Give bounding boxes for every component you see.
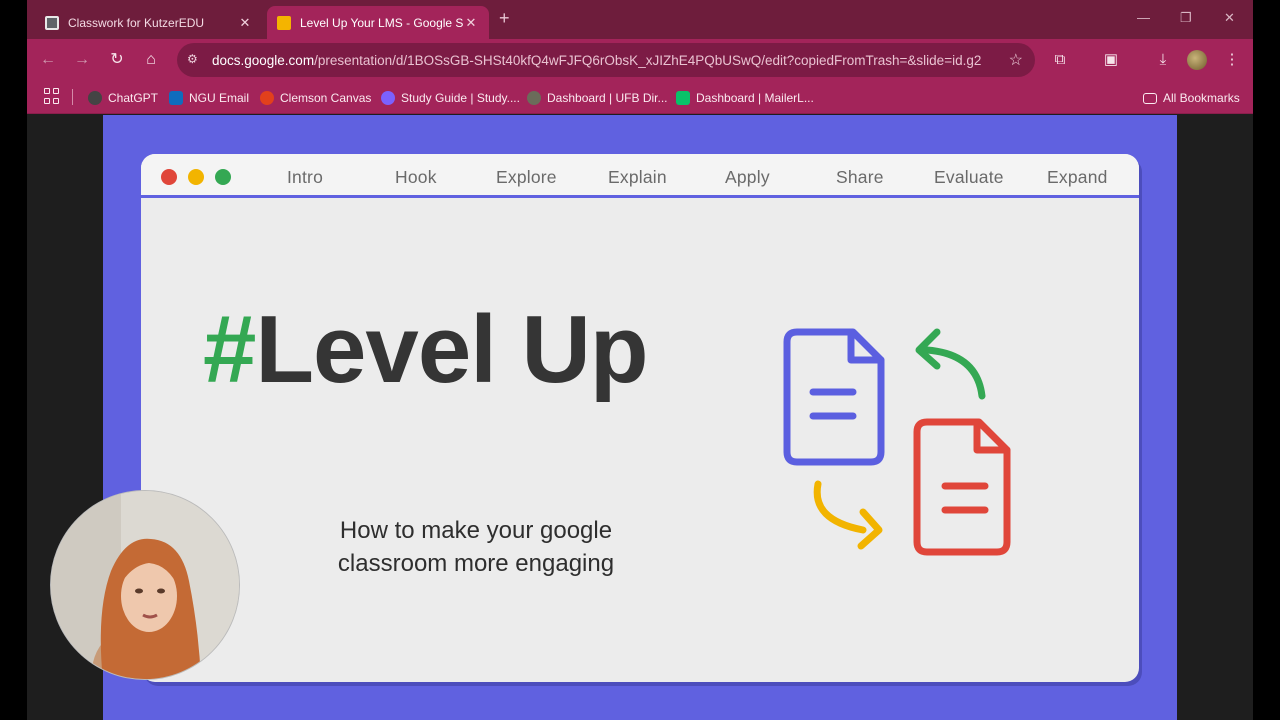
bookmark-study-guide[interactable]: Study Guide | Study.... bbox=[381, 89, 520, 107]
red-dot bbox=[161, 169, 177, 185]
chatgpt-icon bbox=[88, 91, 102, 105]
address-bar[interactable]: ⚙ docs.google.com/presentation/d/1BOSsGB… bbox=[177, 43, 1035, 77]
toolbar: ← → ↻ ⌂ ⚙ docs.google.com/presentation/d… bbox=[27, 39, 1253, 82]
study-icon bbox=[381, 91, 395, 105]
site-info-icon[interactable]: ⚙ bbox=[187, 52, 203, 68]
bookmark-separator bbox=[72, 89, 73, 105]
tab-classwork[interactable]: Classwork for KutzerEDU ✕ bbox=[35, 6, 263, 39]
folder-icon bbox=[1143, 92, 1157, 104]
menu-icon[interactable]: ⋮ bbox=[1222, 50, 1242, 70]
green-arrow-icon bbox=[915, 328, 986, 400]
outlook-icon bbox=[169, 91, 183, 105]
presenter-video bbox=[51, 491, 239, 679]
bookmark-clemson-canvas[interactable]: Clemson Canvas bbox=[260, 89, 371, 107]
apps-icon[interactable] bbox=[44, 88, 60, 104]
slides-icon bbox=[277, 15, 291, 30]
all-bookmarks[interactable]: All Bookmarks bbox=[1143, 89, 1240, 107]
close-icon[interactable]: ✕ bbox=[463, 15, 479, 31]
webcam-overlay bbox=[50, 490, 240, 680]
new-tab-icon[interactable]: + bbox=[499, 8, 510, 29]
extensions-icon[interactable]: ⧉ bbox=[1050, 50, 1070, 70]
slide-nav-bar: Intro Hook Explore Explain Apply Share E… bbox=[141, 154, 1139, 198]
nav-apply[interactable]: Apply bbox=[725, 167, 770, 188]
tab-title: Level Up Your LMS - Google Sli bbox=[300, 15, 463, 30]
restore-icon[interactable]: ❐ bbox=[1180, 10, 1192, 26]
home-icon[interactable]: ⌂ bbox=[141, 50, 161, 70]
document-swap-illustration bbox=[783, 328, 1011, 556]
tab-level-up[interactable]: Level Up Your LMS - Google Sli ✕ bbox=[267, 6, 489, 39]
nav-expand[interactable]: Expand bbox=[1047, 167, 1108, 188]
blue-document-icon bbox=[783, 328, 885, 466]
yellow-dot bbox=[188, 169, 204, 185]
back-icon[interactable]: ← bbox=[38, 50, 58, 70]
close-icon[interactable]: ✕ bbox=[237, 15, 253, 31]
bookmarks-bar: ChatGPT NGU Email Clemson Canvas Study G… bbox=[27, 82, 1253, 114]
bookmark-ngu-email[interactable]: NGU Email bbox=[169, 89, 249, 107]
bookmark-ufb-dashboard[interactable]: Dashboard | UFB Dir... bbox=[527, 89, 668, 107]
bookmark-mailerlite[interactable]: Dashboard | MailerL... bbox=[676, 89, 814, 107]
reload-icon[interactable]: ↻ bbox=[107, 50, 127, 70]
classroom-icon bbox=[45, 15, 59, 30]
slide-subtitle: How to make your google classroom more e… bbox=[337, 517, 615, 577]
url-text[interactable]: docs.google.com/presentation/d/1BOSsGB-S… bbox=[212, 53, 982, 68]
bookmark-star-icon[interactable]: ☆ bbox=[1009, 50, 1023, 70]
nav-share[interactable]: Share bbox=[836, 167, 884, 188]
green-dot bbox=[215, 169, 231, 185]
ufb-icon bbox=[527, 91, 541, 105]
red-document-icon bbox=[913, 418, 1011, 556]
cast-search-icon[interactable]: ▣ bbox=[1101, 50, 1121, 70]
mailerlite-icon bbox=[676, 91, 690, 105]
slide-headline: #Level Up bbox=[203, 296, 649, 403]
canvas-icon bbox=[260, 91, 274, 105]
nav-hook[interactable]: Hook bbox=[395, 167, 437, 188]
profile-avatar[interactable] bbox=[1187, 50, 1207, 70]
download-icon[interactable]: ⤓ bbox=[1153, 50, 1173, 70]
screen: Classwork for KutzerEDU ✕ Level Up Your … bbox=[0, 0, 1280, 720]
yellow-arrow-icon bbox=[813, 480, 883, 550]
tab-title: Classwork for KutzerEDU bbox=[68, 15, 205, 30]
minimize-icon[interactable]: — bbox=[1137, 10, 1150, 25]
nav-explain[interactable]: Explain bbox=[608, 167, 667, 188]
nav-evaluate[interactable]: Evaluate bbox=[934, 167, 1004, 188]
bookmark-chatgpt[interactable]: ChatGPT bbox=[88, 89, 158, 107]
tab-strip: Classwork for KutzerEDU ✕ Level Up Your … bbox=[27, 0, 1253, 39]
nav-explore[interactable]: Explore bbox=[496, 167, 557, 188]
slide: Intro Hook Explore Explain Apply Share E… bbox=[103, 115, 1177, 720]
forward-icon[interactable]: → bbox=[72, 50, 92, 70]
slide-window-mockup: Intro Hook Explore Explain Apply Share E… bbox=[141, 154, 1139, 682]
close-window-icon[interactable]: ✕ bbox=[1224, 10, 1235, 26]
nav-intro[interactable]: Intro bbox=[287, 167, 323, 188]
